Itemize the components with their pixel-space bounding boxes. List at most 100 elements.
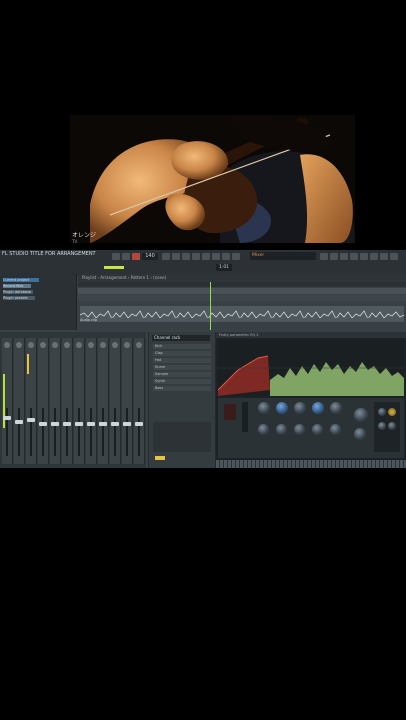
fader-cap[interactable]: [63, 422, 71, 426]
output-knob[interactable]: [354, 408, 368, 422]
channel-row[interactable]: Clap: [153, 351, 211, 356]
track-lane[interactable]: [78, 288, 406, 294]
band-selector[interactable]: [224, 404, 236, 420]
preset-knob[interactable]: [378, 408, 386, 416]
mixer-track[interactable]: [38, 338, 49, 464]
channel-row[interactable]: Sample: [153, 372, 211, 377]
fader-cap[interactable]: [123, 422, 131, 426]
blend-button[interactable]: [222, 253, 230, 260]
channel-row[interactable]: Kick: [153, 344, 211, 349]
volume-fader[interactable]: [102, 408, 104, 456]
volume-fader[interactable]: [90, 408, 92, 456]
mixer-track[interactable]: [86, 338, 97, 464]
browser-item[interactable]: Current project: [3, 278, 39, 282]
browser-item[interactable]: Plugin database: [3, 290, 33, 294]
channel-row[interactable]: Synth: [153, 379, 211, 384]
mixer-track[interactable]: [134, 338, 145, 464]
fader-cap[interactable]: [39, 422, 47, 426]
fader-cap[interactable]: [15, 420, 23, 424]
mixer-track[interactable]: [50, 338, 61, 464]
volume-fader[interactable]: [66, 408, 68, 456]
mixer-track[interactable]: [14, 338, 25, 464]
preset-knob[interactable]: [388, 422, 396, 430]
pan-knob[interactable]: [88, 342, 94, 348]
mixer-track[interactable]: [110, 338, 121, 464]
metronome-button[interactable]: [182, 253, 190, 260]
pan-knob[interactable]: [124, 342, 130, 348]
mixer-track[interactable]: [62, 338, 73, 464]
fader-cap[interactable]: [51, 422, 59, 426]
mixer-button[interactable]: [360, 253, 368, 260]
play-button[interactable]: [112, 253, 120, 260]
fader-cap[interactable]: [27, 418, 35, 422]
pan-knob[interactable]: [4, 342, 10, 348]
playlist-button[interactable]: [320, 253, 328, 260]
stop-button[interactable]: [122, 253, 130, 260]
channel-rack-button[interactable]: [350, 253, 358, 260]
mixer-track-master[interactable]: [2, 338, 13, 464]
drive-knob[interactable]: [388, 408, 396, 416]
fader-cap[interactable]: [87, 422, 95, 426]
freq-knob[interactable]: [330, 402, 342, 414]
fader-cap[interactable]: [135, 422, 143, 426]
preset-knob[interactable]: [378, 422, 386, 430]
pan-knob[interactable]: [28, 342, 34, 348]
volume-fader[interactable]: [78, 408, 80, 456]
record-button[interactable]: [132, 253, 140, 260]
channel-settings[interactable]: [153, 422, 211, 452]
mixer-track[interactable]: [26, 338, 37, 464]
browser-item[interactable]: Plugin presets: [3, 296, 35, 300]
bandwidth-knob[interactable]: [330, 424, 341, 435]
channel-row[interactable]: Bass: [153, 386, 211, 391]
piano-roll-button[interactable]: [330, 253, 338, 260]
freq-knob[interactable]: [312, 402, 324, 414]
volume-fader[interactable]: [138, 408, 140, 456]
channel-row[interactable]: Hat: [153, 358, 211, 363]
audio-waveform[interactable]: [79, 306, 405, 320]
browser-item[interactable]: Recent files: [3, 284, 31, 288]
pan-knob[interactable]: [16, 342, 22, 348]
pan-knob[interactable]: [40, 342, 46, 348]
pan-knob[interactable]: [136, 342, 142, 348]
track-lane[interactable]: [78, 295, 406, 301]
volume-fader[interactable]: [126, 408, 128, 456]
pan-knob[interactable]: [52, 342, 58, 348]
mixer-track[interactable]: [122, 338, 133, 464]
fader-cap[interactable]: [111, 422, 119, 426]
snap-button[interactable]: [172, 253, 180, 260]
timeline-ruler[interactable]: [78, 282, 406, 287]
gain-slider[interactable]: [242, 402, 248, 432]
fader-cap[interactable]: [75, 422, 83, 426]
loop-button[interactable]: [192, 253, 200, 260]
pan-knob[interactable]: [64, 342, 70, 348]
volume-fader[interactable]: [114, 408, 116, 456]
volume-fader[interactable]: [18, 408, 20, 456]
freq-knob[interactable]: [258, 402, 270, 414]
keyboard-strip[interactable]: [216, 460, 406, 468]
fader-cap[interactable]: [99, 422, 107, 426]
bandwidth-knob[interactable]: [276, 424, 287, 435]
volume-fader[interactable]: [54, 408, 56, 456]
fader-cap[interactable]: [3, 416, 11, 420]
bandwidth-knob[interactable]: [294, 424, 305, 435]
help-button[interactable]: [380, 253, 388, 260]
spectrum-analyzer[interactable]: [217, 340, 404, 396]
countdown-button[interactable]: [212, 253, 220, 260]
channel-row[interactable]: Snare: [153, 365, 211, 370]
bandwidth-knob[interactable]: [258, 424, 269, 435]
mix-knob[interactable]: [354, 428, 366, 440]
volume-fader[interactable]: [30, 408, 32, 456]
pattern-button[interactable]: [162, 253, 170, 260]
freq-knob[interactable]: [276, 402, 288, 414]
browser-button[interactable]: [340, 253, 348, 260]
plugin-picker-button[interactable]: [370, 253, 378, 260]
wait-button[interactable]: [202, 253, 210, 260]
bandwidth-knob[interactable]: [312, 424, 323, 435]
playhead[interactable]: [210, 282, 211, 330]
tempo-display[interactable]: 140: [142, 253, 158, 260]
pan-knob[interactable]: [112, 342, 118, 348]
mixer-track[interactable]: [74, 338, 85, 464]
mixer-track[interactable]: [98, 338, 109, 464]
pan-knob[interactable]: [100, 342, 106, 348]
freq-knob[interactable]: [294, 402, 306, 414]
